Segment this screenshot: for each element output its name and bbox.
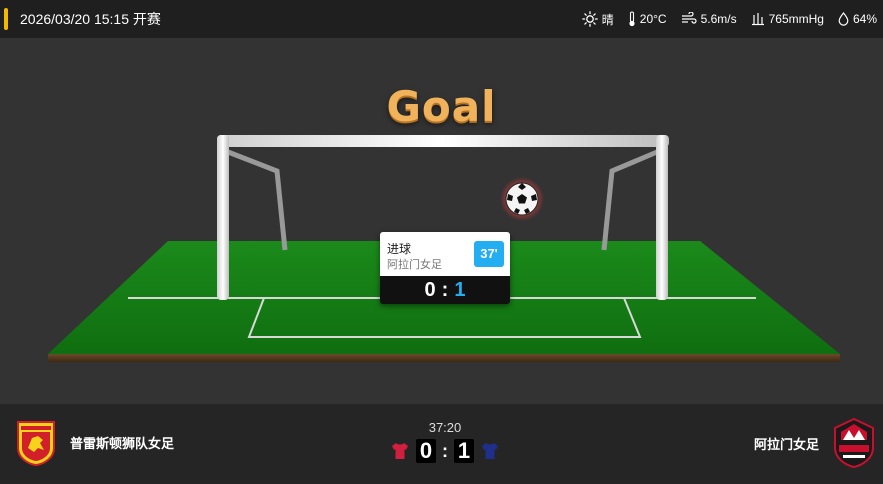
event-header: 进球 阿拉门女足 37' [380,232,510,276]
goal-right-back [601,149,658,251]
event-minute-badge: 37' [474,241,504,267]
event-home-score: 0 [424,279,436,301]
pitch-edge [48,354,840,362]
weather-pressure-text: 765mmHg [768,12,824,26]
event-title: 进球 [387,242,412,256]
pressure-icon [751,13,764,26]
wind-icon [681,12,697,24]
score-separator: : [442,440,448,461]
away-team-name: 阿拉门女足 [753,436,819,452]
event-away-score: 1 [454,279,466,301]
sun-icon [581,11,598,27]
goal-title: Goal [386,82,497,131]
match-datetime: 2026/03/20 15:15 开赛 [20,11,161,27]
weather-wind-text: 5.6m/s [700,12,737,26]
home-team-name: 普雷斯顿狮队女足 [70,435,175,451]
event-score: 0:1 [380,276,510,304]
home-team[interactable]: 普雷斯顿狮队女足 [16,418,174,466]
weather-humidity: 64% [838,12,877,26]
score-row: 0 : 1 [380,439,510,463]
away-jersey-icon [482,443,498,459]
match-clock: 37:20 [428,420,462,435]
humidity-icon [838,12,849,26]
score-center: 37:20 0 : 1 [380,420,510,463]
football-icon [505,182,539,216]
weather-temperature: 20°C [628,11,667,27]
goal-left-post [217,135,229,300]
weather-pressure: 765mmHg [751,12,824,26]
goal-crossbar [217,135,669,147]
weather-temperature-text: 20°C [639,12,667,26]
header-accent [4,8,8,30]
match-animation-stage: Goal 进球 阿拉门女足 37' 0:1 [0,38,883,404]
weather-humidity-text: 64% [852,12,877,26]
thermometer-icon [629,11,635,27]
scoreboard: 普雷斯顿狮队女足 37:20 0 : 1 阿拉门女足 [0,404,883,484]
goal-left-back [227,149,288,251]
goal-event-popup: 进球 阿拉门女足 37' 0:1 [380,232,510,304]
weather-wind: 5.6m/s [681,12,737,26]
home-team-logo-icon [17,421,55,466]
away-team-logo-icon [834,418,874,468]
event-team: 阿拉门女足 [387,259,442,271]
header-bar: 2026/03/20 15:15 开赛 晴 20°C 5.6m/s 765mmH… [0,0,883,38]
away-team[interactable]: 阿拉门女足 [754,418,875,468]
home-jersey-icon [392,443,408,459]
weather-condition: 晴 [581,11,614,28]
weather-bar: 晴 20°C 5.6m/s 765mmHg 64% [581,0,877,38]
goal-right-post [656,135,668,300]
weather-condition-text: 晴 [601,12,614,27]
away-score: 1 [454,439,474,463]
event-score-separator: : [441,279,449,301]
home-score: 0 [416,439,436,463]
